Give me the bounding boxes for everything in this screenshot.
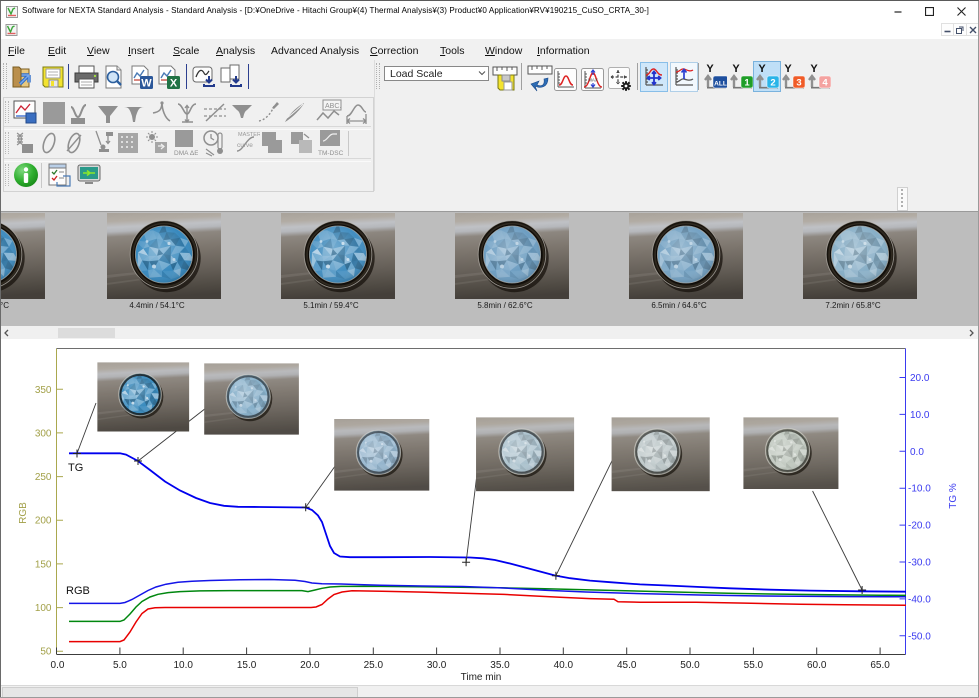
svg-text:RGB: RGB	[18, 502, 29, 524]
svg-text:15.0: 15.0	[237, 660, 257, 671]
svg-text:2: 2	[770, 78, 775, 89]
svg-text:65.0: 65.0	[870, 660, 890, 671]
svg-text:10.0: 10.0	[910, 410, 930, 421]
svg-text:250: 250	[35, 472, 52, 483]
svg-text:40.0: 40.0	[554, 660, 574, 671]
svg-text:50: 50	[40, 647, 52, 658]
svg-text:-50.0: -50.0	[908, 631, 931, 642]
svg-text:ALL: ALL	[714, 81, 727, 88]
svg-text:350: 350	[35, 385, 52, 396]
svg-text:30.0: 30.0	[427, 660, 447, 671]
svg-text:DMA ΔE: DMA ΔE	[174, 150, 198, 157]
svg-text:W: W	[141, 78, 152, 90]
svg-text:Time min: Time min	[461, 672, 502, 683]
svg-text:300: 300	[35, 428, 52, 439]
svg-text:3: 3	[796, 78, 801, 89]
svg-text:-40.0: -40.0	[908, 594, 931, 605]
svg-text:-20.0: -20.0	[908, 521, 931, 532]
svg-text:Y: Y	[758, 63, 766, 75]
svg-text:35.0: 35.0	[490, 660, 510, 671]
svg-text:Y: Y	[732, 63, 740, 75]
svg-text:Y: Y	[784, 63, 792, 75]
svg-text:4: 4	[822, 78, 828, 89]
svg-text:60.0: 60.0	[807, 660, 827, 671]
svg-text:20.0: 20.0	[300, 660, 320, 671]
svg-text:TG: TG	[68, 462, 83, 474]
svg-text:50.0: 50.0	[680, 660, 700, 671]
svg-text:Y: Y	[810, 63, 818, 75]
svg-text:100: 100	[35, 603, 52, 614]
svg-text:1: 1	[744, 78, 750, 89]
svg-text:10.0: 10.0	[173, 660, 193, 671]
svg-text:MAX: MAX	[588, 78, 598, 83]
svg-text:20.0: 20.0	[910, 373, 930, 384]
svg-text:0.0: 0.0	[51, 660, 65, 671]
svg-text:X: X	[170, 78, 178, 90]
svg-text:TM-DSC: TM-DSC	[318, 150, 344, 157]
svg-text:55.0: 55.0	[744, 660, 764, 671]
svg-text:25.0: 25.0	[364, 660, 384, 671]
svg-text:curve: curve	[237, 142, 253, 149]
svg-text:RGB: RGB	[66, 585, 90, 597]
svg-text:ABC..: ABC..	[325, 103, 342, 110]
svg-text:-30.0: -30.0	[908, 558, 931, 569]
svg-text:MASTER: MASTER	[238, 132, 260, 138]
svg-text:200: 200	[35, 516, 52, 527]
svg-text:5.0: 5.0	[113, 660, 127, 671]
svg-text:0.0: 0.0	[910, 447, 924, 458]
svg-text:-10.0: -10.0	[908, 484, 931, 495]
svg-text:150: 150	[35, 559, 52, 570]
svg-text:TG %: TG %	[948, 483, 959, 509]
svg-text:Y: Y	[706, 63, 714, 75]
svg-text:45.0: 45.0	[617, 660, 637, 671]
